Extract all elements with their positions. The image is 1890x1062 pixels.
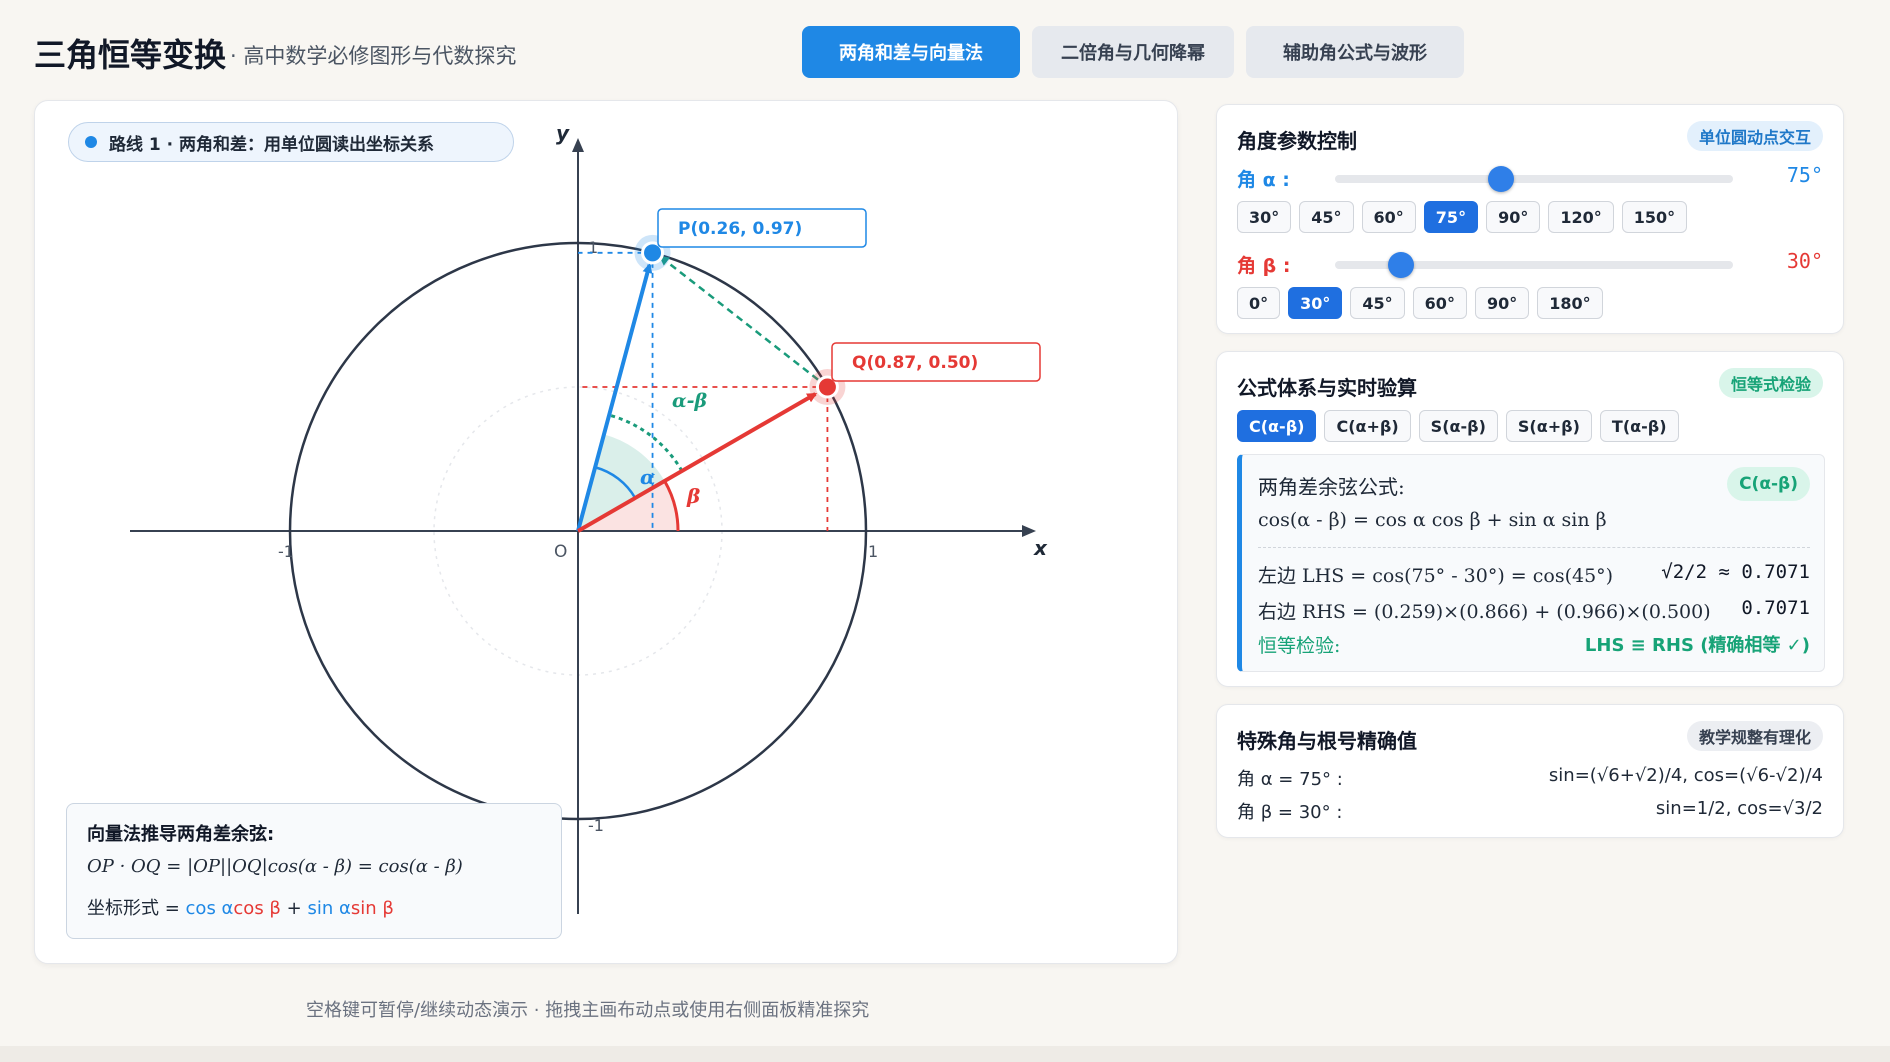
beta-label: 角 β : [1237,255,1291,277]
route-label-text: 路线 1 · 两角和差：用单位圆读出坐标关系 [109,134,435,155]
special-alpha-value: sin=(√6+√2)/4, cos=(√6-√2)/4 [1548,765,1823,786]
alpha-label: 角 α : [1237,169,1290,191]
formula-verification-panel: 公式体系与实时验算 恒等式检验 C(α-β) C(α+β) S(α-β) S(α+β)… [1216,351,1844,687]
beta-preset-chip-1[interactable]: 30° [1288,287,1343,319]
lhs-value: √2/2 ≈ 0.7071 [1661,561,1810,583]
beta-preset-chip-2[interactable]: 45° [1350,287,1405,319]
rhs-value: 0.7071 [1741,597,1810,619]
param-panel-badge: 单位圆动点交互 [1686,121,1823,151]
special-angle-panel: 特殊角与根号精确值 教学规整有理化 角 α = 75° : sin=(√6+√2… [1216,704,1844,838]
alpha-preset-chip-3[interactable]: 75° [1423,201,1479,233]
beta-slider[interactable] [1335,252,1733,278]
formula-divider [1258,547,1810,548]
origin-label: O [554,542,567,562]
special-panel-badge: 教学规整有理化 [1686,721,1823,751]
special-beta-label: 角 β = 30° : [1237,802,1343,823]
beta-preset-chip-0[interactable]: 0° [1237,287,1281,319]
rhs-expression: 右边 RHS = (0.259)×(0.866) + (0.966)×(0.50… [1258,601,1711,623]
formula-tab-row: C(α-β) C(α+β) S(α-β) S(α+β) T(α-β) [1237,410,1679,442]
special-beta-value: sin=1/2, cos=√3/2 [1655,798,1823,819]
beta-preset-chip-4[interactable]: 90° [1474,287,1530,319]
tick-label-y-neg: -1 [588,816,604,835]
beta-value: 30° [1786,249,1823,273]
formula-box-title: 两角差余弦公式: [1258,475,1405,499]
alpha-slider[interactable] [1335,166,1733,192]
beta-angle-label: β [686,484,700,508]
alpha-value: 75° [1786,163,1823,187]
diff-angle-label: α-β [672,390,708,412]
vector-derivation-box: 向量法推导两角差余弦: OP · OQ = |OP||OQ|cos(α - β)… [66,803,562,939]
term-cos-alpha: cos α [185,898,234,919]
tick-label-y-pos: 1 [588,238,598,257]
angle-parameter-panel: 角度参数控制 单位圆动点交互 角 α : 75° 30° 45° 60° 75° 90°… [1216,104,1844,334]
route-dot-icon [85,136,97,148]
beta-preset-chip-5[interactable]: 180° [1537,287,1603,319]
formula-tab-3[interactable]: S(α+β) [1505,410,1592,442]
beta-preset-row: 0° 30° 45° 60° 90° 180° [1237,287,1603,319]
x-axis-label: x [1033,536,1048,560]
alpha-slider-thumb[interactable] [1487,166,1514,192]
term-cos-beta: cos β [233,898,281,919]
alpha-preset-row: 30° 45° 60° 75° 90° 120° 150° [1237,201,1688,233]
derivation-prefix: 坐标形式 = [87,898,186,919]
lhs-expression: 左边 LHS = cos(75° - 30°) = cos(45°) [1258,565,1614,587]
y-axis-arrow [572,138,584,152]
tick-label-x-pos: 1 [868,542,878,561]
derivation-plus: + [280,898,308,919]
formula-tab-1[interactable]: C(α+β) [1324,410,1411,442]
alpha-preset-chip-5[interactable]: 120° [1548,201,1614,233]
formula-detail-box: 两角差余弦公式: C(α-β) cos(α - β) = cos α cos β… [1237,454,1825,672]
term-sin-alpha: sin α [307,898,351,919]
beta-slider-thumb[interactable] [1388,252,1415,278]
derivation-dot-product: OP · OQ = |OP||OQ|cos(α - β) = cos(α - β… [87,856,463,877]
formula-tab-0[interactable]: C(α-β) [1237,410,1317,442]
alpha-preset-chip-0[interactable]: 30° [1237,201,1292,233]
alpha-preset-chip-6[interactable]: 150° [1621,201,1688,233]
formula-panel-badge: 恒等式检验 [1718,368,1823,398]
identity-check-label: 恒等检验: [1258,635,1341,657]
alpha-preset-chip-1[interactable]: 45° [1299,201,1354,233]
special-alpha-label: 角 α = 75° : [1237,769,1343,790]
point-q-label: Q(0.87, 0.50) [852,353,978,373]
param-panel-title: 角度参数控制 [1237,129,1357,153]
formula-box-badge: C(α-β) [1727,467,1810,501]
alpha-angle-label: α [640,465,655,489]
formula-panel-title: 公式体系与实时验算 [1237,376,1417,400]
tick-label-x-neg: -1 [278,542,294,561]
point-p-label: P(0.26, 0.97) [678,219,802,239]
route-label-pill: 路线 1 · 两角和差：用单位圆读出坐标关系 [68,122,514,162]
special-panel-title: 特殊角与根号精确值 [1237,729,1417,753]
footer-hint: 空格键可暂停/继续动态演示 · 拖拽主画布动点或使用右侧面板精准探究 [306,1000,870,1021]
chord-q-to-p [658,255,829,388]
term-sin-beta: sin β [350,898,394,919]
alpha-preset-chip-2[interactable]: 60° [1361,201,1416,233]
formula-tab-2[interactable]: S(α-β) [1418,410,1498,442]
alpha-preset-chip-4[interactable]: 90° [1486,201,1541,233]
identity-check-result: LHS ≡ RHS (精确相等 ✓) [1584,635,1810,656]
formula-equation: cos(α - β) = cos α cos β + sin α sin β [1258,509,1607,531]
formula-tab-4[interactable]: T(α-β) [1599,410,1679,442]
y-axis-label: y [556,121,570,145]
derivation-coordinate-form: 坐标形式 = cos αcos β + sin αsin β [87,894,394,920]
derivation-title: 向量法推导两角差余弦: [87,824,275,845]
beta-preset-chip-3[interactable]: 60° [1412,287,1467,319]
